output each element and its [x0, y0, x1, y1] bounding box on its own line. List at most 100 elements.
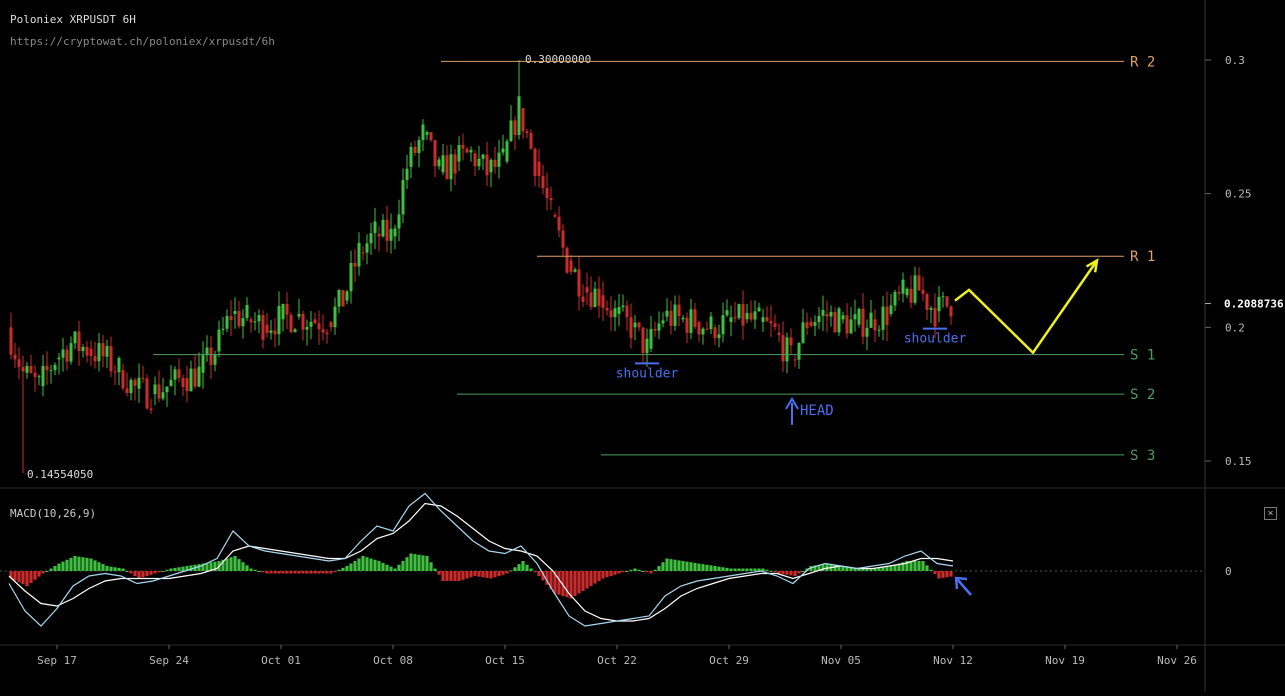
candle-body: [893, 292, 897, 306]
macd-histogram-bar: [297, 571, 301, 574]
macd-histogram-bar: [57, 563, 61, 571]
macd-histogram-bar: [121, 568, 125, 571]
candle-body: [325, 332, 329, 335]
macd-histogram-bar: [45, 571, 49, 572]
macd-histogram-bar: [709, 565, 713, 571]
candle-body: [157, 384, 161, 399]
candle-body: [245, 305, 249, 319]
macd-histogram-bar: [613, 571, 617, 575]
macd-histogram-bar: [741, 568, 745, 571]
macd-line: [8, 492, 954, 627]
candle-body: [789, 337, 793, 346]
candle-body: [77, 331, 81, 352]
candle-body: [341, 290, 345, 307]
macd-histogram-bar: [237, 559, 241, 571]
candle-body: [753, 311, 757, 320]
macd-histogram-bar: [713, 566, 717, 571]
candle-body: [709, 316, 713, 330]
macd-histogram-bar: [285, 571, 289, 574]
macd-histogram-bar: [89, 558, 93, 571]
candle-body: [265, 324, 269, 333]
macd-histogram-bar: [157, 571, 161, 573]
macd-histogram-bar: [73, 556, 77, 571]
candle-body: [525, 131, 529, 133]
macd-histogram-bar: [25, 571, 29, 586]
candle-body: [257, 315, 261, 322]
projection-path: [954, 259, 1099, 355]
candle-body: [165, 386, 169, 393]
macd-histogram-bar: [77, 556, 81, 571]
candle-body: [385, 219, 389, 241]
candle-body: [645, 338, 649, 354]
macd-histogram-bar: [593, 571, 597, 584]
macd-histogram-bar: [281, 571, 285, 574]
candle-body: [177, 369, 181, 379]
macd-histogram-bar: [333, 571, 337, 572]
macd-histogram-bar: [145, 571, 149, 576]
candle-body: [41, 365, 45, 387]
macd-histogram-bar: [405, 557, 409, 571]
candle-body: [545, 187, 549, 199]
candle-body: [53, 364, 57, 371]
macd-histogram-bar: [129, 571, 133, 574]
candle-body: [693, 309, 697, 327]
macd-histogram-bar: [33, 571, 37, 580]
candle-body: [793, 359, 797, 361]
candle-body: [805, 322, 809, 329]
candle-body: [297, 313, 301, 317]
candle-body: [229, 316, 233, 321]
candle-body: [889, 305, 893, 314]
macd-histogram-bar: [637, 569, 641, 571]
macd-histogram-bar: [941, 571, 945, 578]
macd-histogram-bar: [249, 568, 253, 571]
macd-histogram-bar: [825, 563, 829, 571]
macd-histogram-bar: [609, 571, 613, 576]
macd-histogram-bar: [305, 571, 309, 574]
candle-body: [97, 343, 101, 362]
macd-histogram-bar: [577, 571, 581, 594]
macd-histogram-bar: [801, 571, 805, 572]
candle-body: [517, 96, 521, 136]
candle-body: [409, 146, 413, 167]
candle-body: [65, 349, 69, 362]
candle-body: [797, 342, 801, 360]
time-tick-label: Nov 05: [821, 654, 861, 667]
macd-histogram-bar: [137, 571, 141, 579]
macd-histogram-bar: [769, 571, 773, 572]
candle-body: [861, 308, 865, 337]
candle-body: [561, 230, 565, 248]
candle-body: [237, 311, 241, 327]
candle-body: [541, 175, 545, 188]
macd-histogram-bar: [269, 571, 273, 574]
macd-histogram-bar: [317, 571, 321, 574]
candle-body: [921, 289, 925, 294]
macd-histogram-bar: [141, 571, 145, 578]
candle-body: [777, 332, 781, 336]
candle-body: [597, 288, 601, 306]
candle-body: [293, 329, 297, 333]
chart-source-url[interactable]: https://cryptowat.ch/poloniex/xrpusdt/6h: [10, 35, 275, 48]
candle-body: [577, 269, 581, 297]
candle-body: [445, 155, 449, 180]
candle-body: [841, 315, 845, 320]
macd-histogram-bar: [241, 562, 245, 571]
macd-histogram-bar: [733, 568, 737, 571]
candle-body: [661, 320, 665, 324]
candle-body: [729, 317, 733, 322]
candle-body: [745, 312, 749, 320]
candle-body: [725, 310, 729, 316]
candle-body: [733, 317, 737, 319]
macd-histogram-bar: [597, 571, 601, 581]
macd-histogram-bar: [717, 566, 721, 571]
candle-body: [721, 315, 725, 335]
shoulder-label: shoulder: [904, 332, 967, 347]
candle-body: [773, 323, 777, 327]
candle-body: [113, 371, 117, 373]
close-icon[interactable]: ×: [1264, 507, 1277, 520]
candle-body: [429, 132, 433, 141]
candle-body: [601, 295, 605, 308]
time-axis: Sep 17 Sep 24 Oct 01 Oct 08 Oct 15 Oct 22 Oct …: [37, 645, 1197, 667]
candle-body: [573, 269, 577, 272]
price-chart: 0.3 0.25 0.2 0.15 0.2088736 Sep 17 Sep 24 Oct 0…: [0, 0, 1285, 692]
macd-histogram-bar: [721, 567, 725, 571]
